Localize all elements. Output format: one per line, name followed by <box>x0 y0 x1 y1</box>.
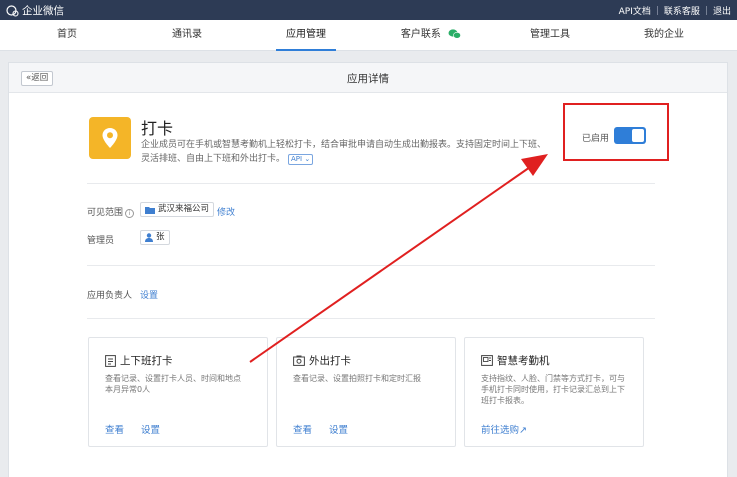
edit-visibility-link[interactable]: 修改 <box>217 205 235 218</box>
card-title: 上下班打卡 <box>105 353 173 368</box>
page-title: 应用详情 <box>347 73 389 85</box>
card-field-clock: 外出打卡 查看记录、设置拍照打卡和定时汇报 查看 设置 <box>276 337 456 447</box>
admin-chip[interactable]: 张 <box>140 230 170 245</box>
top-links: API文档 | 联系客服 | 退出 <box>619 4 731 18</box>
logo[interactable]: 企业微信 <box>6 3 64 18</box>
panel-header: «返回 应用详情 <box>9 63 727 93</box>
api-docs-link[interactable]: API文档 <box>619 4 651 17</box>
card-title-text: 外出打卡 <box>309 355 351 367</box>
admin-name: 张 <box>156 232 165 242</box>
wechat-icon <box>448 29 461 39</box>
card-title-text: 上下班打卡 <box>120 355 173 367</box>
view-link[interactable]: 查看 <box>293 422 312 436</box>
info-icon[interactable]: i <box>125 209 135 218</box>
user-icon <box>145 233 153 242</box>
owner-setting-link[interactable]: 设置 <box>140 288 158 301</box>
app-name: 打卡 <box>141 119 174 138</box>
contact-support-link[interactable]: 联系客服 <box>664 4 700 17</box>
nav-label: 通讯录 <box>172 29 202 40</box>
dept-name: 武汉来福公司 <box>158 204 210 214</box>
folder-icon <box>145 206 155 214</box>
logout-link[interactable]: 退出 <box>713 4 731 17</box>
separator: | <box>704 5 708 16</box>
nav-label: 客户联系 <box>400 29 441 40</box>
card-desc-line: 查看记录、设置打卡人员、时间和地点 <box>105 374 241 383</box>
list-document-icon <box>105 354 116 367</box>
card-desc-line: 本月异常0人 <box>105 385 151 394</box>
divider <box>87 183 655 184</box>
shop-link[interactable]: 前往选购↗ <box>481 422 527 436</box>
card-desc-line: 查看记录、设置拍照打卡和定时汇报 <box>293 374 421 383</box>
logo-text: 企业微信 <box>22 5 64 17</box>
nav-item-my-company[interactable]: 我的企业 <box>634 20 694 51</box>
app-icon <box>89 117 131 159</box>
visibility-label-text: 可见范围 <box>87 208 124 218</box>
card-description: 查看记录、设置拍照打卡和定时汇报 <box>293 373 421 384</box>
divider <box>87 265 655 266</box>
visibility-label: 可见范围 i <box>87 205 135 218</box>
app-description: 企业成员可在手机或智慧考勤机上轻松打卡，结合审批申请自动生成出勤报表。支持固定时… <box>141 138 551 166</box>
card-description: 支持指纹、人脸、门禁等方式打卡，可与 手机打卡同时使用，打卡记录汇总到上下 班打… <box>481 373 625 406</box>
nav-label: 首页 <box>57 29 77 40</box>
nav-item-home[interactable]: 首页 <box>42 20 92 51</box>
settings-link[interactable]: 设置 <box>329 422 348 436</box>
settings-link[interactable]: 设置 <box>141 422 160 436</box>
app-description-text: 企业成员可在手机或智慧考勤机上轻松打卡，结合审批申请自动生成出勤报表。支持固定时… <box>141 140 547 164</box>
wework-logo-icon <box>6 4 19 17</box>
card-title: 智慧考勤机 <box>481 353 550 368</box>
admin-label: 管理员 <box>87 236 115 246</box>
card-clock-in-out: 上下班打卡 查看记录、设置打卡人员、时间和地点 本月异常0人 查看 设置 <box>88 337 268 447</box>
nav-item-customer-contact[interactable]: 客户联系 <box>388 20 474 51</box>
api-dropdown[interactable]: API ⌄ <box>288 154 314 165</box>
view-link[interactable]: 查看 <box>105 422 124 436</box>
card-smart-attendance-machine: 智慧考勤机 支持指纹、人脸、门禁等方式打卡，可与 手机打卡同时使用，打卡记录汇总… <box>464 337 644 447</box>
main-nav: 首页 通讯录 应用管理 客户联系 管理工具 我的企业 <box>0 20 737 51</box>
annotation-highlight-box <box>563 103 669 161</box>
card-desc-line: 手机打卡同时使用，打卡记录汇总到上下 <box>481 385 625 394</box>
nav-item-app-management[interactable]: 应用管理 <box>276 20 336 51</box>
nav-item-contacts[interactable]: 通讯录 <box>157 20 217 51</box>
card-description: 查看记录、设置打卡人员、时间和地点 本月异常0人 <box>105 373 241 395</box>
camera-icon <box>293 355 305 366</box>
nav-label: 应用管理 <box>286 29 326 40</box>
nav-item-management-tools[interactable]: 管理工具 <box>520 20 580 51</box>
attendance-machine-icon <box>481 355 493 366</box>
nav-label: 我的企业 <box>644 29 684 40</box>
separator: | <box>655 5 659 16</box>
top-bar: 企业微信 API文档 | 联系客服 | 退出 <box>0 0 737 20</box>
card-desc-line: 支持指纹、人脸、门禁等方式打卡，可与 <box>481 374 625 383</box>
owner-label: 应用负责人 <box>87 291 133 301</box>
card-title: 外出打卡 <box>293 353 351 368</box>
card-desc-line: 班打卡报表。 <box>481 396 529 405</box>
location-pin-icon <box>102 128 118 148</box>
card-title-text: 智慧考勤机 <box>497 355 550 367</box>
divider <box>87 318 655 319</box>
dept-chip[interactable]: 武汉来福公司 <box>140 202 215 217</box>
nav-label: 管理工具 <box>530 29 570 40</box>
